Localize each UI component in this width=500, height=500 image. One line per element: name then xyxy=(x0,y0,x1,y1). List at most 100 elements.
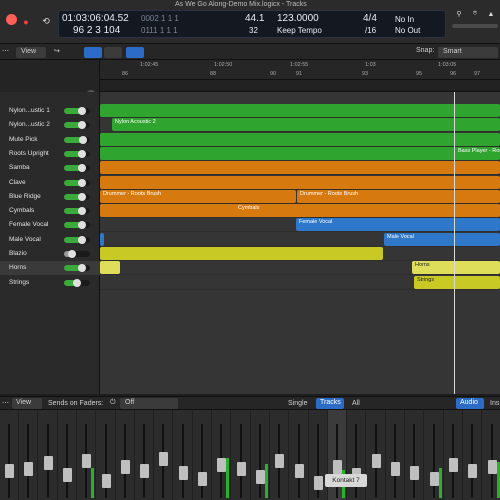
region[interactable]: Female Vocal xyxy=(296,218,500,232)
fader-cap[interactable] xyxy=(198,472,207,486)
fader-cap[interactable] xyxy=(236,462,246,476)
channel-strip[interactable] xyxy=(386,410,405,500)
track-volume-knob[interactable] xyxy=(77,192,86,201)
channel-strip[interactable] xyxy=(135,410,155,500)
region[interactable]: Bass Player - Roots xyxy=(100,146,500,160)
fader-cap[interactable] xyxy=(371,454,381,468)
channel-strip[interactable] xyxy=(0,410,19,500)
track-volume-knob[interactable] xyxy=(78,149,87,158)
track-header[interactable]: Blue Ridge xyxy=(0,190,100,204)
fader-cap[interactable] xyxy=(159,452,169,466)
channel-strip[interactable] xyxy=(58,410,77,500)
fader-cap[interactable] xyxy=(391,462,400,476)
fader-cap[interactable] xyxy=(24,462,34,476)
fader-cap[interactable] xyxy=(275,454,285,468)
channel-strip[interactable] xyxy=(367,410,386,500)
fader-cap[interactable] xyxy=(448,458,458,472)
channel-strip[interactable] xyxy=(19,410,39,500)
track-volume-slider[interactable] xyxy=(64,164,90,173)
sends-power-icon[interactable]: ⏻ xyxy=(110,399,116,407)
region[interactable]: Strings xyxy=(414,275,500,289)
track-volume-knob[interactable] xyxy=(77,264,86,273)
track-header[interactable]: Cymbals xyxy=(0,204,100,218)
channel-strip[interactable] xyxy=(444,410,463,500)
track-header[interactable]: Samba xyxy=(0,161,100,175)
tab-inst[interactable]: Ins xyxy=(490,400,499,407)
track-volume-slider[interactable] xyxy=(64,250,90,258)
channel-strip[interactable] xyxy=(39,410,58,500)
metronome-button[interactable]: ▲ xyxy=(484,8,498,20)
channel-strip[interactable] xyxy=(251,410,270,500)
fader-cap[interactable] xyxy=(101,474,111,488)
fader-cap[interactable] xyxy=(294,464,304,478)
tab-single[interactable]: Single xyxy=(288,400,307,407)
marquee-tool-button[interactable] xyxy=(104,47,122,58)
fader-cap[interactable] xyxy=(140,464,150,478)
channel-strip[interactable] xyxy=(425,410,444,500)
track-volume-slider[interactable] xyxy=(64,192,90,201)
channel-strip[interactable] xyxy=(193,410,212,500)
track-volume-slider[interactable] xyxy=(64,264,90,273)
track-header[interactable]: Male Vocal xyxy=(0,233,100,247)
sends-dropdown[interactable]: Off xyxy=(120,398,178,409)
track-header[interactable]: Mute Pick xyxy=(0,133,100,147)
track-volume-knob[interactable] xyxy=(77,235,86,244)
tab-all[interactable]: All xyxy=(352,400,360,407)
fader-cap[interactable] xyxy=(5,464,14,478)
region[interactable] xyxy=(100,261,120,275)
channel-strip[interactable] xyxy=(483,410,500,500)
tab-audio[interactable]: Audio xyxy=(456,398,484,409)
timeline-ruler[interactable]: 1:02:45 1:02:50 1:02:55 1:03 1:03:05 86 88 90 91… xyxy=(100,60,500,80)
track-volume-knob[interactable] xyxy=(73,278,81,287)
fader-cap[interactable] xyxy=(487,460,497,474)
track-volume-knob[interactable] xyxy=(78,135,87,144)
master-volume-slider[interactable] xyxy=(452,24,498,28)
region[interactable] xyxy=(100,161,500,175)
channel-strip[interactable] xyxy=(77,410,97,500)
track-volume-slider[interactable] xyxy=(64,149,90,158)
automation-button[interactable] xyxy=(126,47,144,58)
view-menu[interactable]: View xyxy=(16,47,46,58)
channel-strip[interactable] xyxy=(116,410,135,500)
channel-strip[interactable] xyxy=(405,410,425,500)
catch-playhead-button[interactable]: ↪ xyxy=(54,47,60,55)
fader-cap[interactable] xyxy=(120,460,130,474)
track-volume-slider[interactable] xyxy=(64,135,90,144)
arrange-area[interactable]: Nylon Acoustic 2 Bass Player - Roots Drumm… xyxy=(100,92,500,394)
track-volume-knob[interactable] xyxy=(78,107,87,115)
region[interactable]: Nylon Acoustic 2 xyxy=(112,118,500,132)
track-header[interactable]: Strings xyxy=(0,276,100,290)
fader-cap[interactable] xyxy=(82,454,92,468)
snap-dropdown[interactable]: Smart xyxy=(438,47,498,58)
track-volume-slider[interactable] xyxy=(64,121,90,130)
fader-cap[interactable] xyxy=(468,464,478,478)
track-volume-slider[interactable] xyxy=(64,207,90,216)
mixer-view-menu[interactable]: View xyxy=(12,398,42,409)
playhead[interactable] xyxy=(454,92,455,394)
track-volume-knob[interactable] xyxy=(77,164,86,173)
fader-cap[interactable] xyxy=(255,470,265,484)
channel-strip[interactable] xyxy=(270,410,290,500)
track-volume-knob[interactable] xyxy=(67,250,76,258)
region[interactable]: Drummer - Roots Brush xyxy=(297,189,500,203)
channel-strip[interactable] xyxy=(97,410,116,500)
channel-strip[interactable] xyxy=(232,410,251,500)
region[interactable]: Male Vocal xyxy=(384,232,500,246)
tuner-button[interactable]: ⚲ xyxy=(452,8,466,20)
channel-strip[interactable] xyxy=(463,410,483,500)
track-volume-knob[interactable] xyxy=(77,221,86,230)
record-button[interactable]: ● xyxy=(18,14,34,29)
bar-ruler[interactable] xyxy=(100,80,500,92)
track-volume-slider[interactable] xyxy=(64,221,90,230)
track-header[interactable]: Nylon...ustic 1 xyxy=(0,104,100,118)
edit-menu[interactable]: ⋯ xyxy=(2,47,9,55)
fader-cap[interactable] xyxy=(62,468,72,482)
track-header[interactable]: Horns xyxy=(0,261,100,276)
track-volume-knob[interactable] xyxy=(77,178,86,187)
fader-cap[interactable] xyxy=(333,460,343,474)
channel-strip[interactable] xyxy=(174,410,193,500)
track-header[interactable]: Clave xyxy=(0,176,100,190)
lcd-display[interactable]: 01:03:06:04.52 96 2 3 104 0002 1 1 1 011… xyxy=(58,10,446,38)
region[interactable] xyxy=(100,175,500,189)
fader-cap[interactable] xyxy=(43,456,53,470)
